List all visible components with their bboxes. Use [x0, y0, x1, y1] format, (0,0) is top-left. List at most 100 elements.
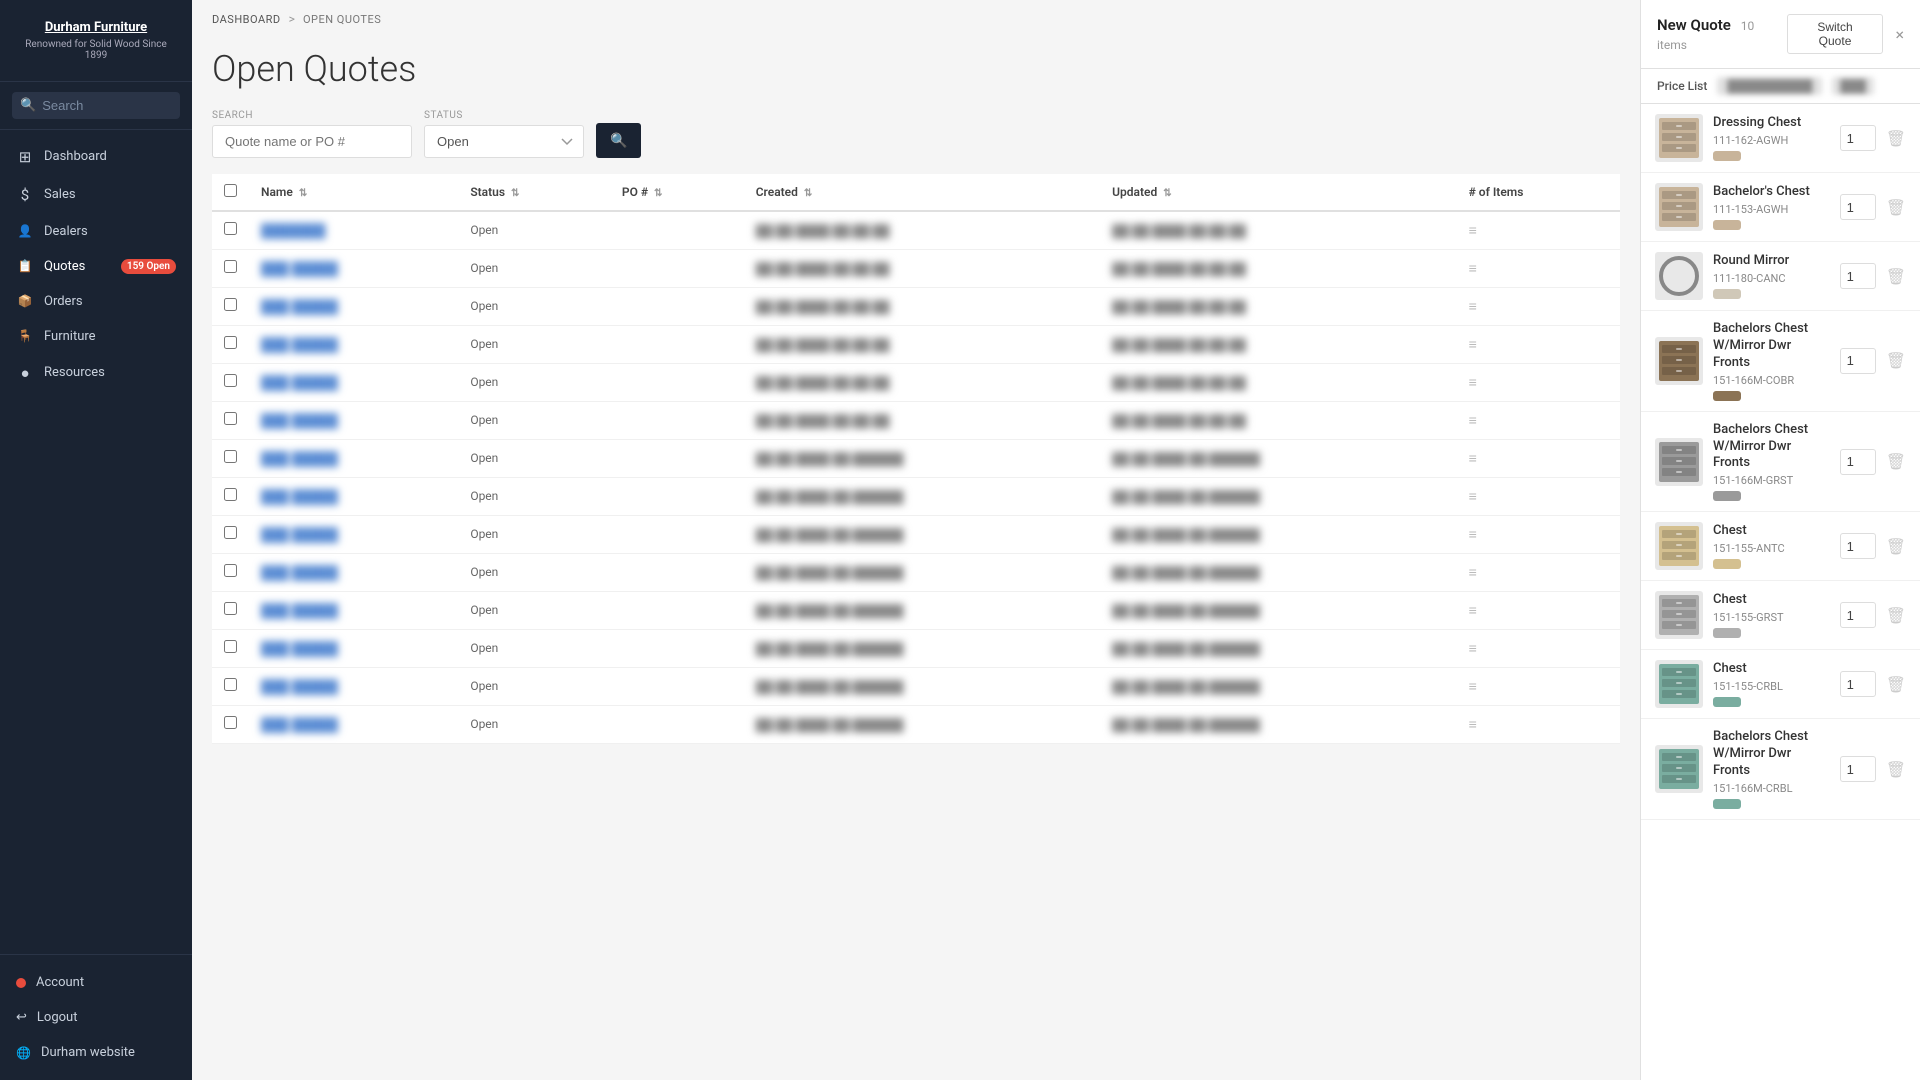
- item-quantity-input[interactable]: [1840, 194, 1876, 220]
- item-delete-button[interactable]: 🗑: [1886, 351, 1906, 370]
- sidebar-item-orders[interactable]: 📦 Orders: [0, 284, 192, 319]
- item-quantity-input[interactable]: [1840, 533, 1876, 559]
- row-items: ≡: [1457, 364, 1620, 402]
- row-name[interactable]: ███ █████: [249, 250, 458, 288]
- search-button[interactable]: 🔍: [596, 123, 641, 158]
- row-checkbox[interactable]: [224, 450, 237, 463]
- row-name[interactable]: ███ █████: [249, 668, 458, 706]
- row-created: ██ ██ ████ ██:██████: [744, 440, 1100, 478]
- row-created: ██ ██ ████ ██:██████: [744, 592, 1100, 630]
- row-action-icon[interactable]: ≡: [1469, 679, 1477, 695]
- panel-item-row: Bachelors Chest W/Mirror Dwr Fronts 151-…: [1641, 719, 1920, 820]
- sidebar-item-furniture[interactable]: 🪑 Furniture: [0, 319, 192, 354]
- item-delete-button[interactable]: 🗑: [1886, 129, 1906, 148]
- col-updated[interactable]: Updated ⇅: [1100, 174, 1456, 211]
- row-action-icon[interactable]: ≡: [1469, 261, 1477, 277]
- row-name[interactable]: ███ █████: [249, 440, 458, 478]
- row-name[interactable]: ███ █████: [249, 364, 458, 402]
- row-po: [610, 516, 744, 554]
- col-status[interactable]: Status ⇅: [458, 174, 610, 211]
- row-name[interactable]: ███ █████: [249, 288, 458, 326]
- select-all-checkbox[interactable]: [224, 184, 237, 197]
- col-name[interactable]: Name ⇅: [249, 174, 458, 211]
- item-image: [1655, 114, 1703, 162]
- row-action-icon[interactable]: ≡: [1469, 223, 1477, 239]
- sidebar-item-sales[interactable]: $ Sales: [0, 176, 192, 214]
- search-area: 🔍: [0, 82, 192, 130]
- item-delete-button[interactable]: 🗑: [1886, 675, 1906, 694]
- row-checkbox[interactable]: [224, 222, 237, 235]
- row-checkbox[interactable]: [224, 602, 237, 615]
- sidebar-item-account[interactable]: Account: [0, 965, 192, 1000]
- row-action-icon[interactable]: ≡: [1469, 337, 1477, 353]
- sidebar-item-dealers[interactable]: 👤 Dealers: [0, 214, 192, 249]
- item-delete-button[interactable]: 🗑: [1886, 760, 1906, 779]
- row-checkbox[interactable]: [224, 260, 237, 273]
- search-input[interactable]: [42, 98, 172, 113]
- item-delete-button[interactable]: 🗑: [1886, 198, 1906, 217]
- item-sku: 151-166M-GRST: [1713, 474, 1830, 487]
- sidebar-item-resources[interactable]: ● Resources: [0, 354, 192, 392]
- sidebar-item-website[interactable]: 🌐 Durham website: [0, 1035, 192, 1070]
- sidebar-item-quotes[interactable]: 📋 Quotes 159 Open: [0, 249, 192, 284]
- close-panel-button[interactable]: ×: [1895, 25, 1904, 44]
- status-select[interactable]: Open Closed All: [424, 125, 584, 158]
- item-quantity-input[interactable]: [1840, 348, 1876, 374]
- row-items: ≡: [1457, 478, 1620, 516]
- row-checkbox[interactable]: [224, 374, 237, 387]
- row-action-icon[interactable]: ≡: [1469, 451, 1477, 467]
- sort-icon-created: ⇅: [804, 188, 812, 199]
- row-name[interactable]: ███ █████: [249, 630, 458, 668]
- row-checkbox[interactable]: [224, 678, 237, 691]
- row-name[interactable]: ███ █████: [249, 554, 458, 592]
- row-action-icon[interactable]: ≡: [1469, 489, 1477, 505]
- item-delete-button[interactable]: 🗑: [1886, 537, 1906, 556]
- item-delete-button[interactable]: 🗑: [1886, 267, 1906, 286]
- row-name[interactable]: ███ █████: [249, 706, 458, 744]
- row-checkbox[interactable]: [224, 640, 237, 653]
- row-checkbox[interactable]: [224, 412, 237, 425]
- col-created[interactable]: Created ⇅: [744, 174, 1100, 211]
- item-delete-button[interactable]: 🗑: [1886, 606, 1906, 625]
- table-row: ███████ Open ██ ██ ████ ██:██:██ ██ ██ █…: [212, 211, 1620, 250]
- item-quantity-input[interactable]: [1840, 263, 1876, 289]
- item-quantity-input[interactable]: [1840, 602, 1876, 628]
- row-action-icon[interactable]: ≡: [1469, 375, 1477, 391]
- row-checkbox[interactable]: [224, 526, 237, 539]
- breadcrumb-dashboard[interactable]: Dashboard: [212, 13, 281, 26]
- row-name[interactable]: ███ █████: [249, 326, 458, 364]
- sidebar-item-logout[interactable]: ↩ Logout: [0, 1000, 192, 1035]
- item-quantity-input[interactable]: [1840, 125, 1876, 151]
- row-action-icon[interactable]: ≡: [1469, 565, 1477, 581]
- row-checkbox[interactable]: [224, 564, 237, 577]
- dollar-icon: $: [16, 186, 34, 204]
- item-quantity-input[interactable]: [1840, 756, 1876, 782]
- item-quantity-input[interactable]: [1840, 449, 1876, 475]
- row-created: ██ ██ ████ ██:██:██: [744, 211, 1100, 250]
- row-action-icon[interactable]: ≡: [1469, 413, 1477, 429]
- item-quantity-input[interactable]: [1840, 671, 1876, 697]
- row-action-icon[interactable]: ≡: [1469, 527, 1477, 543]
- row-action-icon[interactable]: ≡: [1469, 717, 1477, 733]
- sidebar-item-dashboard[interactable]: ⊞ Dashboard: [0, 138, 192, 176]
- switch-quote-button[interactable]: Switch Quote: [1787, 14, 1884, 54]
- row-action-icon[interactable]: ≡: [1469, 641, 1477, 657]
- row-name[interactable]: ███████: [249, 211, 458, 250]
- col-po[interactable]: PO # ⇅: [610, 174, 744, 211]
- row-action-icon[interactable]: ≡: [1469, 299, 1477, 315]
- row-name[interactable]: ███ █████: [249, 516, 458, 554]
- row-name[interactable]: ███ █████: [249, 478, 458, 516]
- row-action-icon[interactable]: ≡: [1469, 603, 1477, 619]
- item-delete-button[interactable]: 🗑: [1886, 452, 1906, 471]
- row-created: ██ ██ ████ ██:██:██: [744, 250, 1100, 288]
- row-checkbox[interactable]: [224, 336, 237, 349]
- row-name[interactable]: ███ █████: [249, 402, 458, 440]
- quote-search-input[interactable]: [212, 125, 412, 158]
- row-checkbox[interactable]: [224, 298, 237, 311]
- row-status: Open: [458, 554, 610, 592]
- row-checkbox-cell: [212, 668, 249, 706]
- row-checkbox[interactable]: [224, 716, 237, 729]
- row-checkbox[interactable]: [224, 488, 237, 501]
- item-name: Bachelors Chest W/Mirror Dwr Fronts: [1713, 422, 1830, 473]
- row-name[interactable]: ███ █████: [249, 592, 458, 630]
